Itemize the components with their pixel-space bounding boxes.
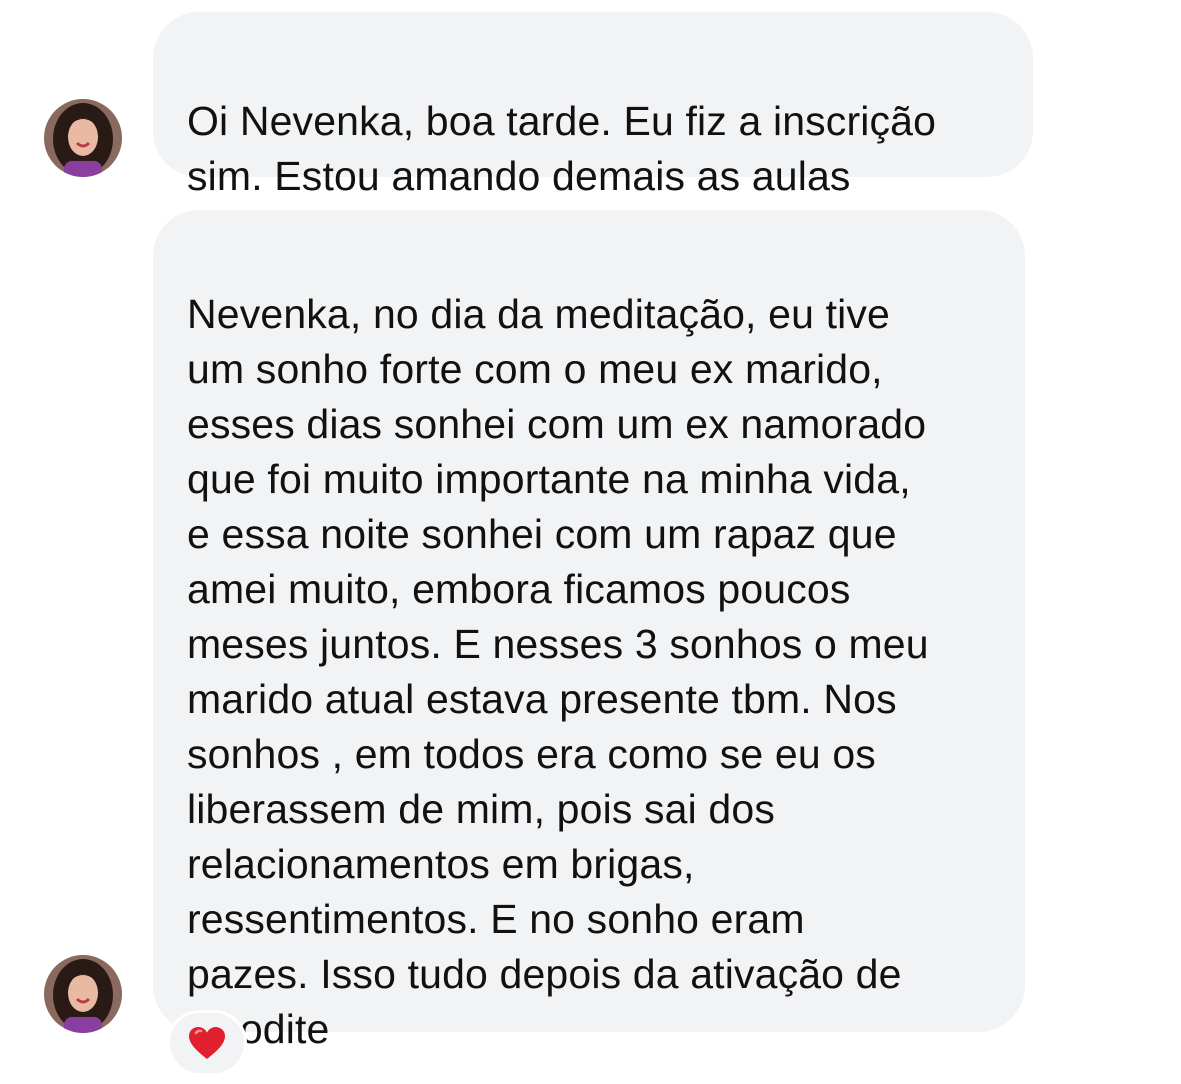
message-reaction[interactable] bbox=[167, 1010, 247, 1076]
message-bubble[interactable]: Nevenka, no dia da meditação, eu tive um… bbox=[153, 210, 1025, 1052]
avatar-photo bbox=[44, 99, 122, 177]
avatar-photo bbox=[44, 955, 122, 1033]
heart-icon bbox=[189, 1027, 225, 1059]
sender-avatar[interactable] bbox=[44, 99, 122, 177]
message-text: Oi Nevenka, boa tarde. Eu fiz a inscriçã… bbox=[187, 98, 937, 199]
sender-avatar[interactable] bbox=[44, 955, 122, 1033]
message-text: Nevenka, no dia da meditação, eu tive um… bbox=[187, 291, 929, 1052]
message-bubble[interactable]: Oi Nevenka, boa tarde. Eu fiz a inscriçã… bbox=[153, 12, 1033, 199]
